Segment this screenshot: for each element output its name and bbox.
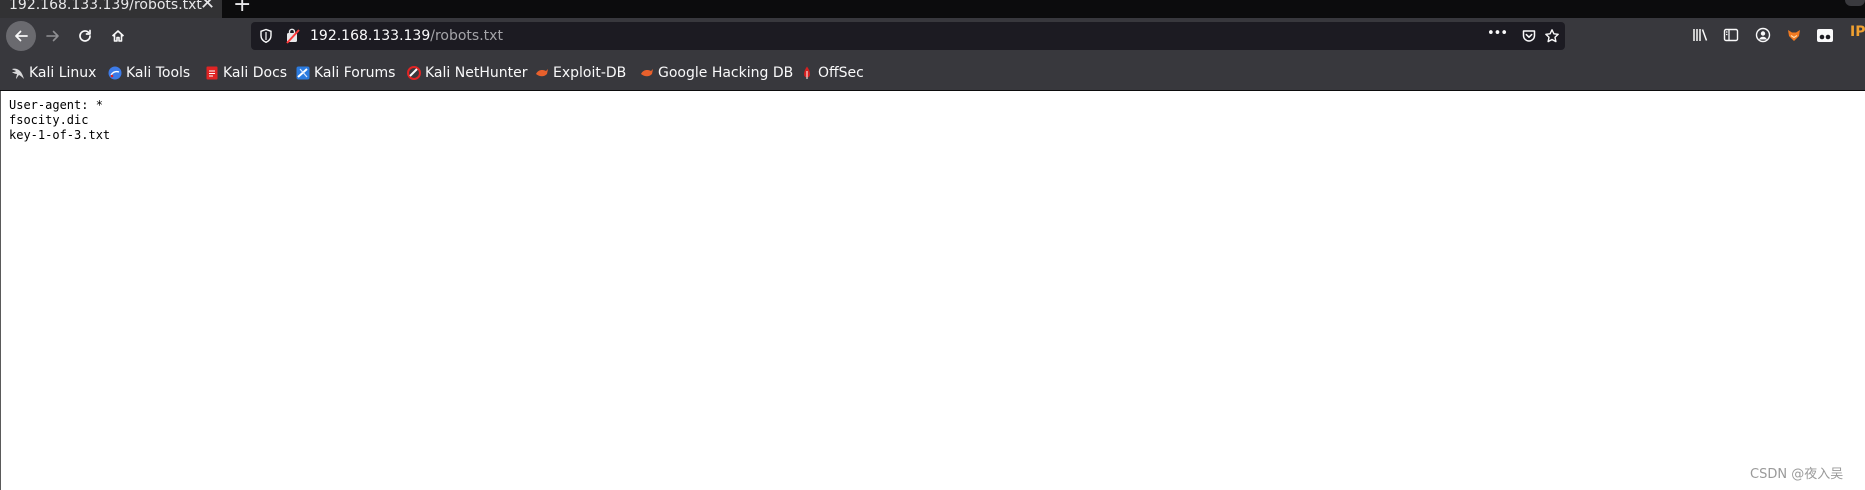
ghdb-icon — [641, 69, 653, 77]
robots-line: User-agent: * — [9, 98, 103, 112]
bookmark-label: Kali NetHunter — [425, 65, 528, 81]
title-bar: 192.168.133.139/robots.txt ✕ + — [0, 0, 1865, 18]
kali-docs-icon — [206, 66, 218, 80]
robots-line: key-1-of-3.txt — [9, 128, 111, 142]
more-icon[interactable]: ••• — [1487, 26, 1508, 41]
bookmark-label: Exploit-DB — [553, 65, 627, 81]
url-host: 192.168.133.139 — [310, 28, 431, 44]
bookmark-kali-tools[interactable]: Kali Tools — [108, 64, 190, 82]
back-button[interactable] — [6, 21, 36, 51]
page-content: User-agent: * fsocity.dic key-1-of-3.txt… — [0, 91, 1865, 490]
new-tab-button[interactable]: + — [233, 0, 251, 16]
bookmark-label: Kali Forums — [314, 65, 396, 81]
nethunter-icon — [407, 66, 421, 80]
window-control[interactable] — [1845, 0, 1865, 6]
bookmark-kali-docs[interactable]: Kali Docs — [205, 64, 287, 82]
reload-icon — [79, 29, 91, 42]
bookmark-label: Kali Linux — [29, 65, 97, 81]
kali-tools-icon — [108, 66, 122, 80]
bookmark-label: OffSec — [818, 65, 864, 81]
bookmark-kali-forums[interactable]: Kali Forums — [296, 64, 395, 82]
arrow-right-icon — [46, 30, 59, 42]
tracking-shield-icon[interactable] — [259, 28, 273, 48]
bookmark-kali-linux[interactable]: Kali Linux — [11, 64, 96, 82]
window-left-edge — [0, 91, 1, 490]
bookmark-label: Kali Docs — [223, 65, 288, 81]
kali-dragon-icon — [12, 68, 24, 79]
fox-extension-icon[interactable] — [1786, 27, 1802, 47]
bookmark-google-hacking-db[interactable]: Google Hacking DB — [640, 64, 793, 82]
pocket-icon[interactable] — [1521, 28, 1537, 48]
arrow-left-icon — [15, 30, 28, 42]
site-insecure-icon[interactable] — [285, 28, 301, 48]
robots-line: fsocity.dic — [9, 113, 89, 127]
robots-txt-text: User-agent: * fsocity.dic key-1-of-3.txt — [9, 98, 110, 143]
bookmark-offsec[interactable]: OffSec — [800, 64, 864, 82]
eyes-extension-icon[interactable] — [1816, 27, 1834, 47]
account-icon[interactable] — [1755, 27, 1771, 47]
home-icon — [111, 30, 125, 42]
tab-close-icon[interactable]: ✕ — [200, 0, 215, 13]
star-icon[interactable] — [1544, 28, 1560, 48]
url-bar[interactable]: 192.168.133.139/robots.txt ••• — [251, 22, 1565, 50]
bookmark-label: Google Hacking DB — [658, 65, 794, 81]
bookmark-exploit-db[interactable]: Exploit-DB — [535, 64, 626, 82]
ip-extension-icon[interactable]: IP — [1850, 24, 1865, 40]
url-path: /robots.txt — [430, 28, 503, 44]
bookmarks-toolbar: Kali Linux Kali Tools Kali Docs Kali For… — [0, 56, 1865, 91]
watermark: CSDN @夜入吴 — [1750, 467, 1844, 482]
library-icon[interactable] — [1692, 27, 1710, 47]
sidebar-icon[interactable] — [1723, 27, 1739, 47]
exploit-db-icon — [536, 69, 548, 77]
kali-forums-icon — [296, 66, 310, 80]
reload-button[interactable] — [70, 21, 100, 51]
navigation-toolbar: 192.168.133.139/robots.txt ••• IP — [0, 18, 1865, 56]
tab-active[interactable]: 192.168.133.139/robots.txt ✕ — [0, 0, 222, 18]
offsec-icon — [804, 66, 810, 79]
bookmark-kali-nethunter[interactable]: Kali NetHunter — [407, 64, 527, 82]
forward-button[interactable] — [38, 21, 68, 51]
tab-title: 192.168.133.139/robots.txt — [9, 0, 202, 13]
url-text[interactable]: 192.168.133.139/robots.txt — [310, 28, 503, 44]
home-button[interactable] — [103, 21, 133, 51]
bookmark-label: Kali Tools — [126, 65, 191, 81]
